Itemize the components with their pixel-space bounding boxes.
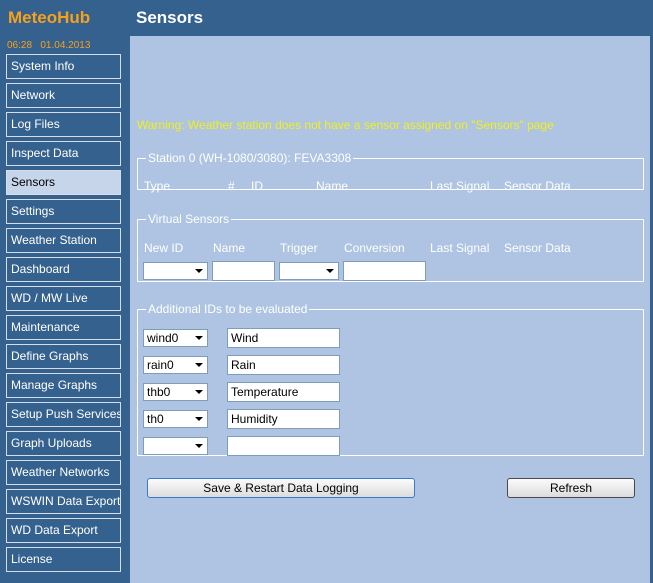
nav-sensors[interactable]: Sensors <box>6 170 121 195</box>
nav-network[interactable]: Network <box>6 83 121 108</box>
virtual-col-new-id: New ID <box>144 241 184 255</box>
nav-wd-mw-live[interactable]: WD / MW Live <box>6 286 121 311</box>
save-restart-button[interactable]: Save & Restart Data Logging <box>147 478 415 498</box>
nav-settings[interactable]: Settings <box>6 199 121 224</box>
virtual-col-trigger: Trigger <box>280 241 318 255</box>
chevron-down-icon <box>326 269 334 273</box>
chevron-down-icon <box>195 390 203 394</box>
virtual-name-input[interactable] <box>212 261 275 281</box>
additional-name-input-3[interactable]: Temperature <box>227 382 340 402</box>
station-col-number: # <box>228 179 235 193</box>
chevron-down-icon <box>195 363 203 367</box>
additional-name-input-1[interactable]: Wind <box>227 328 340 348</box>
nav-maintenance[interactable]: Maintenance <box>6 315 121 340</box>
main-content: Warning: Weather station does not have a… <box>130 36 650 583</box>
additional-name-input-5[interactable] <box>227 436 340 456</box>
virtual-col-conversion: Conversion <box>344 241 405 255</box>
station-fieldset: Station 0 (WH-1080/3080): FEVA3308 Type … <box>137 151 644 193</box>
nav-wswin-data-export[interactable]: WSWIN Data Export <box>6 489 121 514</box>
additional-id-select-5[interactable] <box>143 437 208 455</box>
datetime: 06:28 01.04.2013 <box>7 40 91 51</box>
refresh-button[interactable]: Refresh <box>507 478 635 498</box>
additional-id-select-4[interactable]: th0 <box>143 410 208 428</box>
nav-manage-graphs[interactable]: Manage Graphs <box>6 373 121 398</box>
nav-weather-station[interactable]: Weather Station <box>6 228 121 253</box>
additional-ids-fieldset: Additional IDs to be evaluated wind0 Win… <box>137 302 644 456</box>
additional-name-input-4[interactable]: Humidity <box>227 409 340 429</box>
virtual-sensors-legend: Virtual Sensors <box>148 212 230 226</box>
chevron-down-icon <box>195 336 203 340</box>
virtual-trigger-select[interactable] <box>279 262 339 280</box>
station-col-last-signal: Last Signal <box>430 179 490 193</box>
station-col-name: Name <box>316 179 349 193</box>
nav-setup-push-services[interactable]: Setup Push Services <box>6 402 121 427</box>
virtual-sensors-fieldset: Virtual Sensors New ID Name Trigger Conv… <box>137 212 644 282</box>
chevron-down-icon <box>195 417 203 421</box>
virtual-new-id-select[interactable] <box>143 262 208 280</box>
additional-id-value-1: wind0 <box>147 331 179 345</box>
virtual-col-sensor-data: Sensor Data <box>504 241 571 255</box>
nav-inspect-data[interactable]: Inspect Data <box>6 141 121 166</box>
additional-name-input-2[interactable]: Rain <box>227 355 340 375</box>
app-logo: MeteoHub <box>8 8 91 27</box>
additional-id-select-1[interactable]: wind0 <box>143 329 208 347</box>
nav-wd-data-export[interactable]: WD Data Export <box>6 518 121 543</box>
virtual-col-last-signal: Last Signal <box>430 241 490 255</box>
nav-weather-networks[interactable]: Weather Networks <box>6 460 121 485</box>
station-col-type: Type <box>144 179 171 193</box>
additional-id-value-3: thb0 <box>147 385 171 399</box>
additional-id-value-2: rain0 <box>147 358 174 372</box>
additional-id-select-3[interactable]: thb0 <box>143 383 208 401</box>
page-title: Sensors <box>136 8 204 27</box>
chevron-down-icon <box>195 444 203 448</box>
station-col-id: ID <box>251 179 263 193</box>
nav-graph-uploads[interactable]: Graph Uploads <box>6 431 121 456</box>
additional-id-value-4: th0 <box>147 412 164 426</box>
additional-id-select-2[interactable]: rain0 <box>143 356 208 374</box>
header-bar: Sensors <box>130 0 653 36</box>
nav-license[interactable]: License <box>6 547 121 572</box>
warning-message: Warning: Weather station does not have a… <box>137 118 554 132</box>
nav-log-files[interactable]: Log Files <box>6 112 121 137</box>
station-col-sensor-data: Sensor Data <box>504 179 571 193</box>
additional-ids-legend: Additional IDs to be evaluated <box>148 302 308 316</box>
nav-system-info[interactable]: System Info <box>6 54 121 79</box>
virtual-col-name: Name <box>213 241 246 255</box>
nav-define-graphs[interactable]: Define Graphs <box>6 344 121 369</box>
sidebar: MeteoHub 06:28 01.04.2013 System Info Ne… <box>0 0 130 583</box>
nav-dashboard[interactable]: Dashboard <box>6 257 121 282</box>
station-legend: Station 0 (WH-1080/3080): FEVA3308 <box>148 151 352 165</box>
virtual-conversion-input[interactable] <box>343 261 426 281</box>
chevron-down-icon <box>195 269 203 273</box>
